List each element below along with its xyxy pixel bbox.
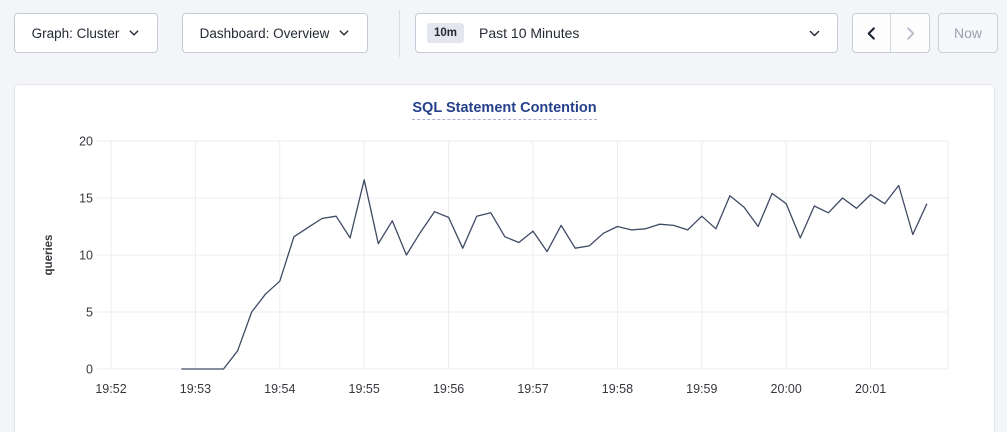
time-step-buttons <box>852 13 930 53</box>
svg-text:19:57: 19:57 <box>517 382 548 396</box>
dashboard-dropdown[interactable]: Dashboard: Overview <box>182 13 368 53</box>
chevron-down-icon <box>338 27 350 39</box>
y-axis-label: queries <box>43 235 55 276</box>
next-range-button[interactable] <box>891 14 929 52</box>
y-axis-ticks: 0 5 10 15 20 <box>79 135 93 377</box>
dashboard-dropdown-label: Dashboard: Overview <box>200 26 330 41</box>
time-range-picker[interactable]: 10m Past 10 Minutes <box>415 13 838 53</box>
svg-text:19:58: 19:58 <box>602 382 633 396</box>
svg-text:0: 0 <box>86 363 93 377</box>
svg-text:19:53: 19:53 <box>180 382 211 396</box>
svg-text:19:52: 19:52 <box>95 382 126 396</box>
chevron-right-icon <box>903 26 918 41</box>
x-axis-ticks: 19:52 19:53 19:54 19:55 19:56 19:57 19:58 19:59… <box>95 382 886 396</box>
svg-text:20:00: 20:00 <box>771 382 802 396</box>
svg-text:19:56: 19:56 <box>433 382 464 396</box>
chart-card: SQL Statement Contention 0510152019:5219… <box>14 84 995 432</box>
now-button[interactable]: Now <box>938 13 998 53</box>
svg-text:19:55: 19:55 <box>349 382 380 396</box>
gridlines <box>97 141 948 369</box>
svg-text:20:01: 20:01 <box>855 382 886 396</box>
chevron-down-icon <box>128 27 140 39</box>
data-line-queries <box>181 180 927 369</box>
controls-bar: Graph: Cluster Dashboard: Overview 10m P… <box>0 0 1007 70</box>
graph-dropdown[interactable]: Graph: Cluster <box>14 13 158 53</box>
chevron-left-icon <box>864 26 879 41</box>
svg-text:19:54: 19:54 <box>264 382 295 396</box>
now-button-label: Now <box>954 25 982 41</box>
svg-text:15: 15 <box>79 192 93 206</box>
contention-chart-svg[interactable]: 0510152019:5219:5319:5419:5519:5619:5719… <box>15 85 996 432</box>
chevron-down-icon <box>808 27 821 40</box>
svg-text:19:59: 19:59 <box>686 382 717 396</box>
graph-dropdown-label: Graph: Cluster <box>32 26 120 41</box>
divider <box>399 10 400 57</box>
svg-text:10: 10 <box>79 249 93 263</box>
svg-text:5: 5 <box>86 306 93 320</box>
time-range-label: Past 10 Minutes <box>479 25 579 41</box>
time-range-badge: 10m <box>427 23 464 43</box>
svg-text:20: 20 <box>79 135 93 149</box>
prev-range-button[interactable] <box>853 14 891 52</box>
